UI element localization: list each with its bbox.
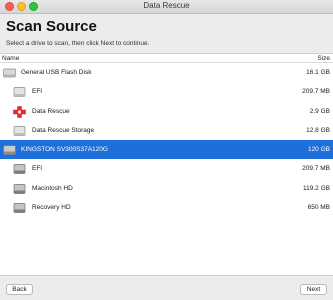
external-drive-icon bbox=[3, 67, 16, 79]
volume-row[interactable]: Data Rescue 2.9 GB bbox=[0, 102, 333, 121]
volume-size: 650 MB bbox=[307, 204, 330, 212]
drive-size: 120 GB bbox=[307, 146, 330, 154]
drive-name: General USB Flash Disk bbox=[21, 69, 92, 76]
volume-name: Data Rescue Storage bbox=[32, 126, 95, 134]
volume-row[interactable]: Data Rescue Storage 12.8 GB bbox=[0, 121, 333, 140]
data-rescue-red-cross-icon bbox=[13, 105, 26, 118]
volume-row[interactable]: Recovery HD 650 MB bbox=[0, 198, 333, 217]
list-header: Name Size bbox=[0, 54, 333, 63]
title-bar: Data Rescue bbox=[0, 0, 333, 14]
volume-name: Recovery HD bbox=[32, 204, 71, 212]
volume-size: 119.2 GB bbox=[303, 184, 330, 192]
volume-row[interactable]: Macintosh HD 119.2 GB bbox=[0, 179, 333, 198]
drive-row-selected[interactable]: KINGSTON SV300S37A120G 120 GB bbox=[0, 140, 333, 160]
volume-name: Macintosh HD bbox=[32, 184, 73, 192]
drive-row[interactable]: General USB Flash Disk 16.1 GB bbox=[0, 63, 333, 82]
column-header-name[interactable]: Name bbox=[2, 55, 19, 62]
volume-row[interactable]: EFI 209.7 MB bbox=[0, 159, 333, 178]
window-title: Data Rescue bbox=[143, 1, 190, 10]
drive-size: 16.1 GB bbox=[306, 69, 330, 76]
volume-name: Data Rescue bbox=[32, 107, 70, 115]
page-subtitle: Select a drive to scan, then click Next … bbox=[6, 40, 150, 47]
volume-size: 209.7 MB bbox=[302, 165, 330, 173]
internal-drive-icon bbox=[3, 144, 16, 156]
internal-volume-icon bbox=[13, 183, 26, 195]
next-button[interactable]: Next bbox=[300, 284, 327, 295]
page-title: Scan Source bbox=[6, 18, 97, 35]
drive-list[interactable]: Name Size General USB Flash Disk 16.1 GB… bbox=[0, 53, 333, 276]
volume-name: EFI bbox=[32, 88, 43, 96]
volume-size: 2.9 GB bbox=[309, 107, 330, 115]
volume-size: 12.8 GB bbox=[306, 126, 330, 134]
volume-icon bbox=[13, 125, 26, 137]
volume-icon bbox=[13, 86, 26, 98]
column-header-size[interactable]: Size bbox=[317, 55, 330, 62]
drive-name: KINGSTON SV300S37A120G bbox=[21, 146, 108, 154]
internal-volume-icon bbox=[13, 163, 26, 175]
volume-name: EFI bbox=[32, 165, 43, 173]
volume-size: 209.7 MB bbox=[302, 88, 330, 96]
back-button[interactable]: Back bbox=[6, 284, 33, 295]
internal-volume-icon bbox=[13, 202, 26, 214]
volume-row[interactable]: EFI 209.7 MB bbox=[0, 82, 333, 101]
